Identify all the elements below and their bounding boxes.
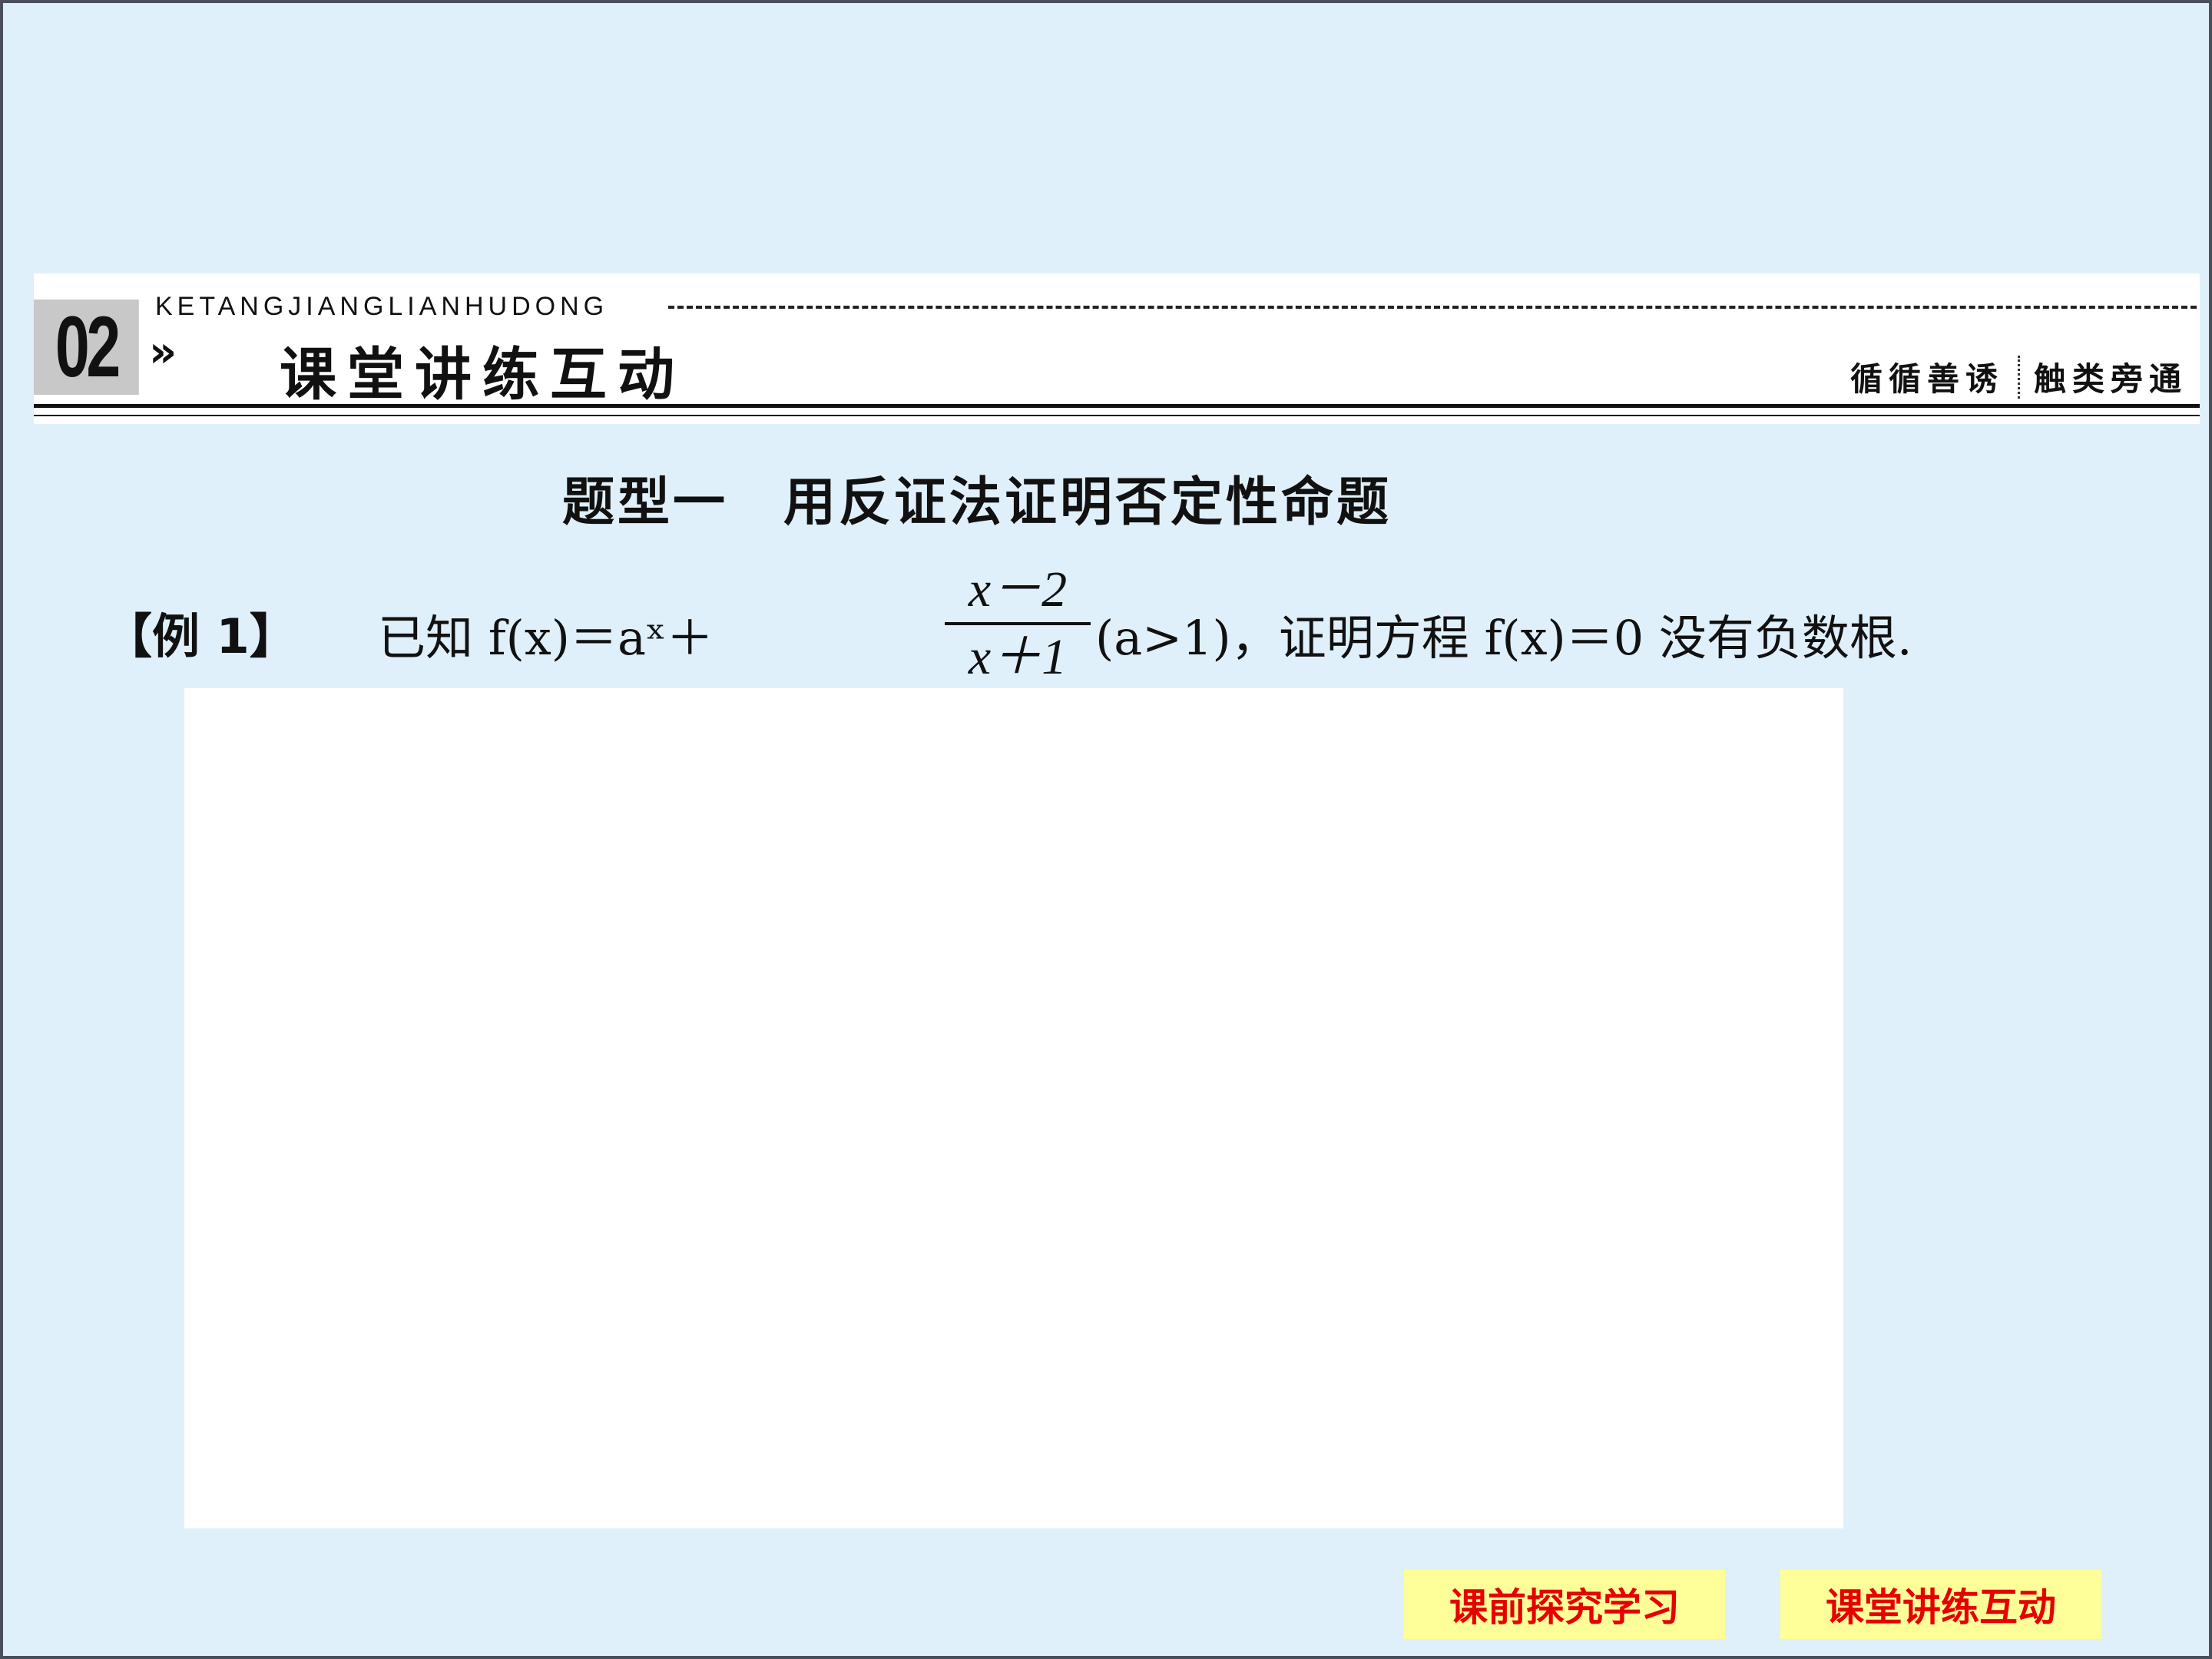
fraction: x－2 x＋1 bbox=[945, 561, 1091, 687]
motto-separator bbox=[2017, 355, 2020, 399]
topic-heading: 题型一 用反证法证明否定性命题 bbox=[562, 472, 1392, 533]
section-pinyin: KETANGJIANGLIANHUDONG bbox=[155, 292, 609, 321]
example-text-after: (a>1)，证明方程 f(x)＝0 没有负数根. bbox=[1095, 610, 1912, 666]
nav-current-button[interactable]: 课堂讲练互动 bbox=[1780, 1570, 2101, 1639]
motto: 循循善诱 触类旁通 bbox=[1850, 353, 2187, 400]
fraction-bar bbox=[945, 622, 1091, 625]
banner-rule-thin bbox=[34, 415, 2200, 416]
banner-rule-thick bbox=[34, 404, 2200, 408]
motto-right: 触类旁通 bbox=[2033, 360, 2187, 398]
motto-left: 循循善诱 bbox=[1849, 360, 2004, 398]
example-label: 【例 1】 bbox=[104, 608, 297, 664]
section-title: 课堂讲练互动 bbox=[280, 342, 685, 408]
dashed-divider bbox=[668, 306, 2197, 309]
example-text-before: 已知 f(x)＝aˣ＋ bbox=[378, 610, 714, 666]
section-number: 02 bbox=[34, 300, 139, 395]
chevron-right-icon: » bbox=[149, 327, 177, 377]
section-banner: 02 » KETANGJIANGLIANHUDONG 课堂讲练互动 循循善诱 触… bbox=[34, 273, 2200, 424]
fraction-denominator: x＋1 bbox=[968, 629, 1068, 685]
nav-prev-button[interactable]: 课前探究学习 bbox=[1404, 1570, 1725, 1639]
answer-panel bbox=[184, 688, 1843, 1528]
fraction-numerator: x－2 bbox=[968, 561, 1068, 618]
example-problem: 【例 1】 已知 f(x)＝aˣ＋ x－2 x＋1 (a>1)，证明方程 f(x… bbox=[104, 561, 2163, 691]
